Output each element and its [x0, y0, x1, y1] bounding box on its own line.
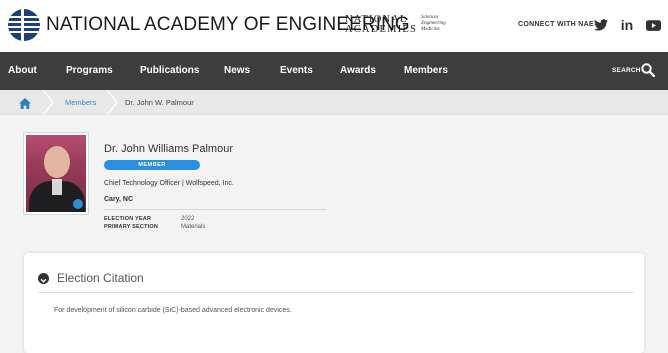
partner-line2: ACADEMIES — [345, 24, 418, 35]
member-badge-icon — [73, 199, 83, 209]
twitter-icon[interactable] — [594, 17, 608, 33]
citation-title[interactable]: Election Citation — [57, 271, 144, 285]
linkedin-icon[interactable]: in — [620, 17, 634, 33]
citation-text: For development of silicon carbide (SiC)… — [54, 307, 292, 314]
election-year-label: ELECTION YEAR — [104, 216, 152, 222]
search-label[interactable]: SEARCH — [612, 67, 641, 74]
nae-seal-logo — [8, 9, 40, 41]
nav-events[interactable]: Events — [280, 65, 313, 76]
partner-sub-medicine: Medicine — [421, 27, 440, 32]
connect-label: CONNECT WITH NAE — [518, 21, 594, 28]
breadcrumb-current: Dr. John W. Palmour — [125, 98, 194, 107]
breadcrumb-separator — [42, 90, 54, 115]
primary-section-label: PRIMARY SECTION — [104, 224, 159, 230]
nav-programs[interactable]: Programs — [66, 65, 113, 76]
election-citation-card: Election Citation For development of sil… — [24, 253, 644, 353]
breadcrumb-members[interactable]: Members — [65, 98, 96, 107]
member-name: Dr. John Williams Palmour — [104, 143, 233, 155]
nav-about[interactable]: About — [8, 65, 37, 76]
profile-divider — [104, 209, 326, 210]
chevron-down-icon[interactable] — [38, 273, 49, 284]
member-status-badge: MEMBER — [104, 160, 200, 170]
citation-divider — [38, 292, 634, 293]
breadcrumb: Members Dr. John W. Palmour — [0, 90, 668, 115]
nav-awards[interactable]: Awards — [340, 65, 376, 76]
national-academies-logo[interactable]: NATIONAL ACADEMIES Sciences Engineering … — [345, 14, 446, 35]
youtube-icon[interactable] — [646, 17, 661, 33]
primary-section-value: Materials — [181, 224, 206, 230]
member-location: Cary, NC — [104, 196, 134, 203]
nav-members[interactable]: Members — [404, 65, 448, 76]
member-role: Chief Technology Officer | Wolfspeed, In… — [104, 180, 234, 187]
election-year-value: 2022 — [181, 216, 195, 222]
nav-news[interactable]: News — [224, 65, 250, 76]
home-icon[interactable] — [19, 96, 31, 114]
profile-photo — [23, 132, 89, 215]
nav-publications[interactable]: Publications — [140, 65, 199, 76]
search-icon[interactable] — [641, 63, 656, 82]
main-nav: About Programs Publications News Events … — [0, 52, 668, 90]
site-header: NATIONAL ACADEMY OF ENGINEERING NATIONAL… — [0, 0, 668, 52]
breadcrumb-separator — [106, 90, 118, 115]
